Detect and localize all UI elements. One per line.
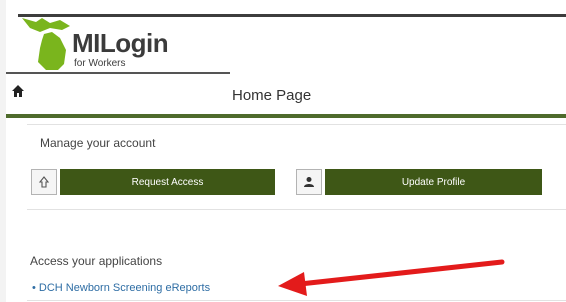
annotation-arrow: [278, 259, 505, 296]
